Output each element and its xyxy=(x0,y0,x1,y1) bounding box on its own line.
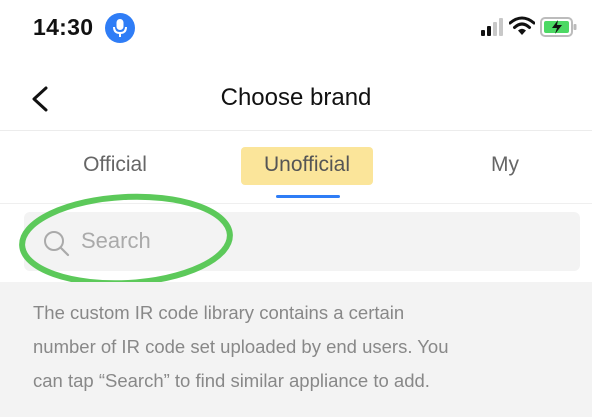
navigation-bar: Choose brand xyxy=(0,70,592,128)
info-line: number of IR code set uploaded by end us… xyxy=(33,336,449,357)
wifi-icon xyxy=(509,16,535,35)
tab-official[interactable]: Official xyxy=(40,140,190,190)
annotation-circle xyxy=(19,193,233,287)
microphone-icon xyxy=(105,13,135,43)
tab-my-label: My xyxy=(491,153,519,176)
status-bar: 14:30 xyxy=(0,0,592,58)
status-time: 14:30 xyxy=(33,14,94,40)
tab-unofficial[interactable]: Unofficial xyxy=(238,140,376,190)
tab-unofficial-label: Unofficial xyxy=(264,153,350,176)
tab-my[interactable]: My xyxy=(435,140,575,190)
header-divider xyxy=(0,130,592,131)
signal-icon xyxy=(481,18,503,36)
info-line: The custom IR code library contains a ce… xyxy=(33,302,405,323)
active-tab-indicator xyxy=(276,195,340,198)
page-title: Choose brand xyxy=(220,84,372,111)
battery-charging-icon xyxy=(540,17,577,37)
tab-official-label: Official xyxy=(83,153,147,176)
info-text: The custom IR code library contains a ce… xyxy=(33,296,563,398)
info-line: can tap “Search” to find similar applian… xyxy=(33,370,430,391)
